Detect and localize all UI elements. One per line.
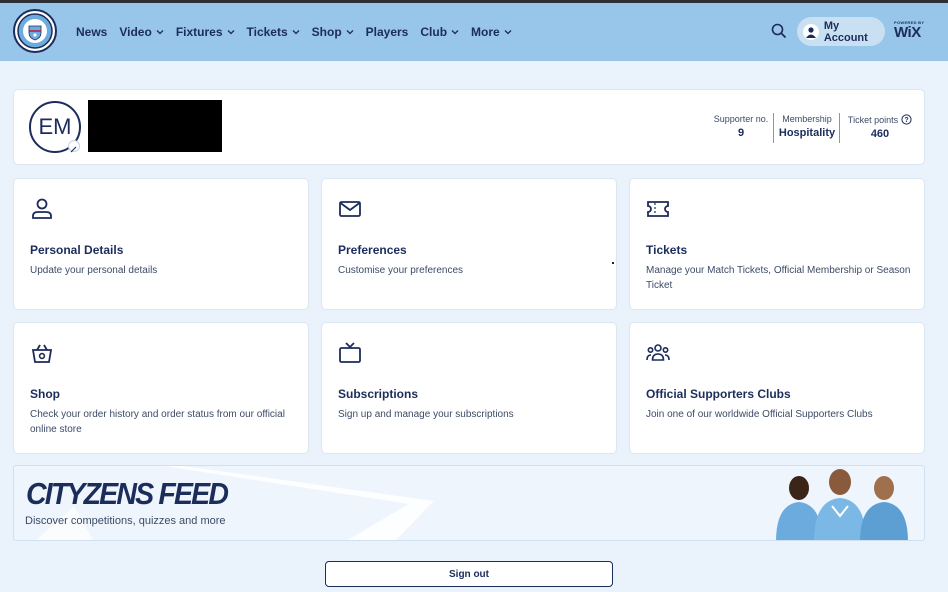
profile-summary-card: EM Supporter no. 9 Membership Hospitalit… xyxy=(13,89,925,165)
tv-icon xyxy=(339,342,361,363)
tile-description: Manage your Match Tickets, Official Memb… xyxy=(646,265,911,291)
nav-label: More xyxy=(471,25,500,39)
chevron-down-icon xyxy=(227,30,234,35)
nav-shop[interactable]: Shop xyxy=(312,25,354,39)
chevron-down-icon xyxy=(451,30,459,35)
club-crest-logo[interactable] xyxy=(13,9,57,53)
person-icon xyxy=(32,198,52,219)
tile-preferences[interactable]: Preferences Customise your preferences xyxy=(321,178,617,310)
tile-tickets[interactable]: Tickets Manage your Match Tickets, Offic… xyxy=(629,178,925,310)
stat-value: 460 xyxy=(870,128,890,140)
stray-dot xyxy=(612,262,614,264)
nav-video[interactable]: Video xyxy=(119,25,164,39)
cityzens-feed-banner[interactable]: CITYZENS FEED Discover competitions, qui… xyxy=(13,465,925,541)
nav-tickets[interactable]: Tickets xyxy=(247,25,300,39)
my-account-label: My Account xyxy=(823,19,868,44)
ticket-icon xyxy=(647,201,669,217)
nav-label: Shop xyxy=(311,25,342,39)
tile-title: Personal Details xyxy=(30,243,124,257)
tile-title: Subscriptions xyxy=(338,387,419,401)
group-icon xyxy=(646,344,670,361)
chevron-down-icon xyxy=(292,30,300,35)
tile-description: Sign up and manage your subscriptions xyxy=(338,409,514,420)
edit-pencil-icon[interactable] xyxy=(68,140,80,153)
stat-ticket-points: Ticket points ? 460 xyxy=(845,114,915,140)
my-account-button[interactable]: My Account xyxy=(797,17,885,46)
feed-title: CITYZENS FEED xyxy=(26,476,229,511)
site-header: News Video Fixtures Tickets Shop Players… xyxy=(0,3,948,61)
svg-text:?: ? xyxy=(904,117,908,124)
nav-label: Video xyxy=(119,25,152,39)
help-icon[interactable]: ? xyxy=(901,114,912,125)
tile-title: Preferences xyxy=(338,243,407,257)
nav-more[interactable]: More xyxy=(471,25,512,39)
user-icon xyxy=(803,23,819,40)
stat-value: 9 xyxy=(737,127,745,139)
stat-supporter-no: Supporter no. 9 xyxy=(713,114,769,139)
stat-value: Hospitality xyxy=(778,127,836,139)
chevron-down-icon xyxy=(156,30,164,35)
tile-shop[interactable]: Shop Check your order history and order … xyxy=(13,322,309,454)
tile-title: Official Supporters Clubs xyxy=(646,387,791,401)
basket-icon xyxy=(31,344,53,363)
main-nav: News Video Fixtures Tickets Shop Players… xyxy=(76,3,524,61)
tile-subscriptions[interactable]: Subscriptions Sign up and manage your su… xyxy=(321,322,617,454)
tile-description: Join one of our worldwide Official Suppo… xyxy=(646,409,873,420)
redacted-name xyxy=(88,100,222,152)
divider xyxy=(773,113,774,143)
stat-membership: Membership Hospitality xyxy=(778,114,836,139)
tile-description: Customise your preferences xyxy=(338,265,464,276)
stat-label: Supporter no. xyxy=(713,114,769,124)
chevron-down-icon xyxy=(346,30,354,35)
players-image xyxy=(776,469,908,540)
tile-title: Shop xyxy=(30,387,60,401)
avatar-initials: EM xyxy=(38,114,72,139)
nav-club[interactable]: Club xyxy=(420,25,459,39)
sign-out-button[interactable]: Sign out xyxy=(325,561,613,587)
tile-description: Check your order history and order statu… xyxy=(30,409,285,435)
tile-supporters-clubs[interactable]: Official Supporters Clubs Join one of ou… xyxy=(629,322,925,454)
stat-label: Ticket points xyxy=(847,114,899,125)
tile-personal-details[interactable]: Personal Details Update your personal de… xyxy=(13,178,309,310)
tile-title: Tickets xyxy=(646,243,688,257)
tile-description: Update your personal details xyxy=(30,265,158,276)
divider xyxy=(839,113,840,143)
search-icon[interactable] xyxy=(771,23,787,39)
wix-text: WiX xyxy=(894,24,921,41)
nav-label: News xyxy=(76,25,108,39)
nav-label: Players xyxy=(365,25,409,39)
envelope-icon xyxy=(339,201,361,217)
stat-label: Membership xyxy=(782,114,832,124)
nav-news[interactable]: News xyxy=(76,25,107,39)
nav-players[interactable]: Players xyxy=(366,25,409,39)
chevron-down-icon xyxy=(504,30,512,35)
nav-fixtures[interactable]: Fixtures xyxy=(176,25,235,39)
wix-logo: POWERED BY WiX xyxy=(894,20,928,42)
stat-label-row: Ticket points ? xyxy=(845,114,915,125)
nav-label: Fixtures xyxy=(175,25,223,39)
feed-subtitle: Discover competitions, quizzes and more xyxy=(25,515,226,527)
nav-label: Club xyxy=(420,25,448,39)
nav-label: Tickets xyxy=(246,25,288,39)
